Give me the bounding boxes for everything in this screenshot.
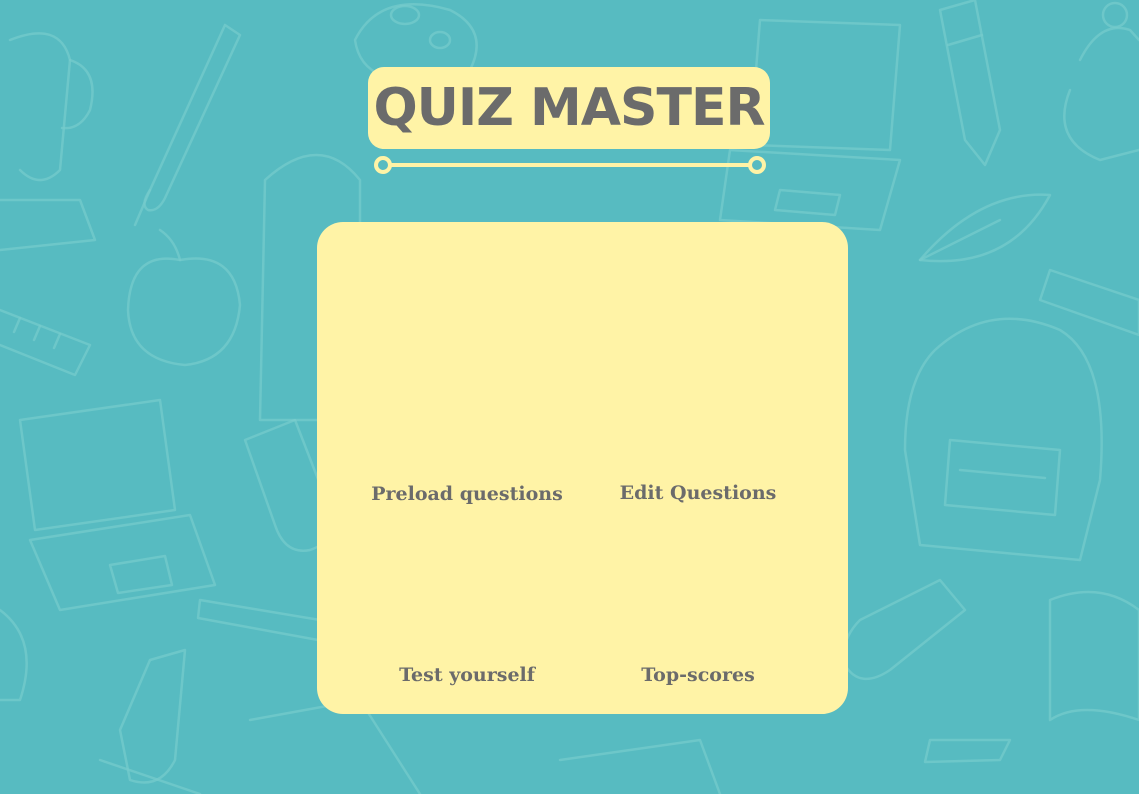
- paintbrush-icon: [133, 23, 242, 227]
- main-menu-panel: Preload questions Edit Questions Test yo…: [317, 222, 848, 714]
- test-yourself-button[interactable]: Test yourself: [395, 662, 539, 688]
- preload-questions-button[interactable]: Preload questions: [367, 481, 567, 507]
- underline-left-dot: [374, 156, 392, 174]
- underline-right-dot: [748, 156, 766, 174]
- teapot-icon: [1063, 1, 1139, 162]
- backpack-icon: [903, 317, 1103, 562]
- microscope-icon: [98, 648, 202, 794]
- leaf-icon: [918, 193, 1052, 263]
- app-title: QUIZ MASTER: [373, 78, 765, 138]
- edit-questions-button[interactable]: Edit Questions: [616, 480, 781, 506]
- ruler-icon: [1038, 268, 1139, 337]
- apple-icon: [126, 228, 242, 367]
- trophy-icon: [0, 32, 97, 252]
- title-underline-decoration: [374, 156, 766, 174]
- app-title-banner: QUIZ MASTER: [368, 67, 770, 149]
- ruler-icon: [0, 308, 92, 377]
- top-scores-button[interactable]: Top-scores: [637, 662, 759, 688]
- laptop-icon: [18, 398, 217, 612]
- pencil-icon: [938, 0, 1002, 167]
- leaf-icon: [0, 608, 28, 702]
